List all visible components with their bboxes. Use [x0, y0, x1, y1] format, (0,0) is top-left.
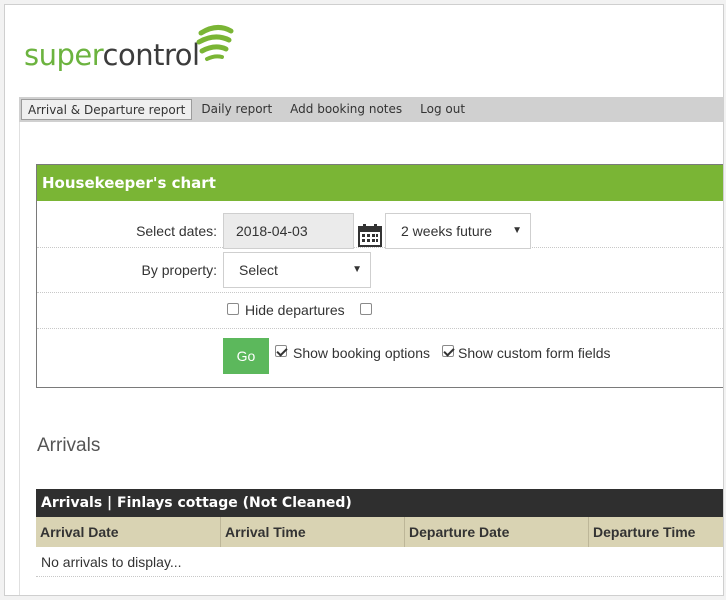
column-header-arrival-time[interactable]: Arrival Time: [221, 517, 405, 547]
chevron-down-icon: ▼: [512, 225, 522, 236]
date-range-select[interactable]: 2 weeks future ▼: [385, 213, 531, 249]
column-header-arrival-date[interactable]: Arrival Date: [36, 517, 221, 547]
hide-departures-label: Hide departures: [245, 302, 345, 318]
show-booking-options-checkbox[interactable]: [275, 345, 287, 357]
logo-waves-icon: [196, 25, 234, 61]
chevron-down-icon: ▼: [352, 264, 362, 275]
supercontrol-logo: supercontrol: [24, 41, 200, 70]
nav-tab-arrival-departure[interactable]: Arrival & Departure report: [21, 99, 193, 120]
page-header: supercontrol: [5, 5, 723, 98]
go-button[interactable]: Go: [223, 338, 269, 374]
column-header-departure-date[interactable]: Departure Date: [405, 517, 589, 547]
column-header-departure-time[interactable]: Departure Time: [589, 517, 723, 547]
hide-departures-checkbox[interactable]: [227, 303, 239, 315]
show-booking-options-label: Show booking options: [293, 345, 430, 361]
show-custom-fields-label: Show custom form fields: [458, 345, 611, 361]
date-range-value: 2 weeks future: [401, 223, 493, 239]
by-property-label: By property:: [141, 262, 217, 278]
show-custom-fields-checkbox[interactable]: [442, 345, 454, 357]
logo-text-super: super: [24, 38, 103, 72]
extra-option-checkbox[interactable]: [360, 303, 372, 315]
housekeeper-chart-form: Housekeeper's chart Select dates: 2018-0…: [36, 164, 723, 388]
hide-departures-row: Hide departures: [37, 293, 723, 329]
housekeeper-chart-title: Housekeeper's chart: [37, 165, 723, 201]
arrivals-table-title: Arrivals | Finlays cottage (Not Cleaned): [36, 489, 723, 517]
select-dates-label: Select dates:: [136, 223, 217, 239]
main-nav: Arrival & Departure report Daily report …: [19, 97, 723, 122]
nav-tab-add-booking-notes[interactable]: Add booking notes: [281, 99, 411, 120]
select-dates-row: Select dates: 2018-04-03 2 weeks future …: [37, 201, 723, 249]
property-row: By property: Select ▼: [37, 248, 723, 293]
property-select[interactable]: Select ▼: [223, 252, 371, 288]
start-date-input[interactable]: 2018-04-03: [223, 213, 354, 249]
property-select-value: Select: [239, 262, 278, 278]
arrivals-table: Arrivals | Finlays cottage (Not Cleaned)…: [36, 489, 723, 577]
content-panel: Housekeeper's chart Select dates: 2018-0…: [19, 122, 723, 595]
nav-tab-daily-report[interactable]: Daily report: [192, 99, 281, 120]
calendar-icon[interactable]: [358, 223, 382, 247]
arrivals-table-header: Arrival Date Arrival Time Departure Date…: [36, 517, 723, 547]
arrivals-empty-message: No arrivals to display...: [36, 547, 723, 577]
nav-tab-log-out[interactable]: Log out: [411, 99, 474, 120]
browser-frame: supercontrol Arrival & Departure report …: [4, 4, 724, 596]
logo-text-control: control: [102, 38, 201, 72]
arrivals-heading: Arrivals: [37, 435, 101, 456]
